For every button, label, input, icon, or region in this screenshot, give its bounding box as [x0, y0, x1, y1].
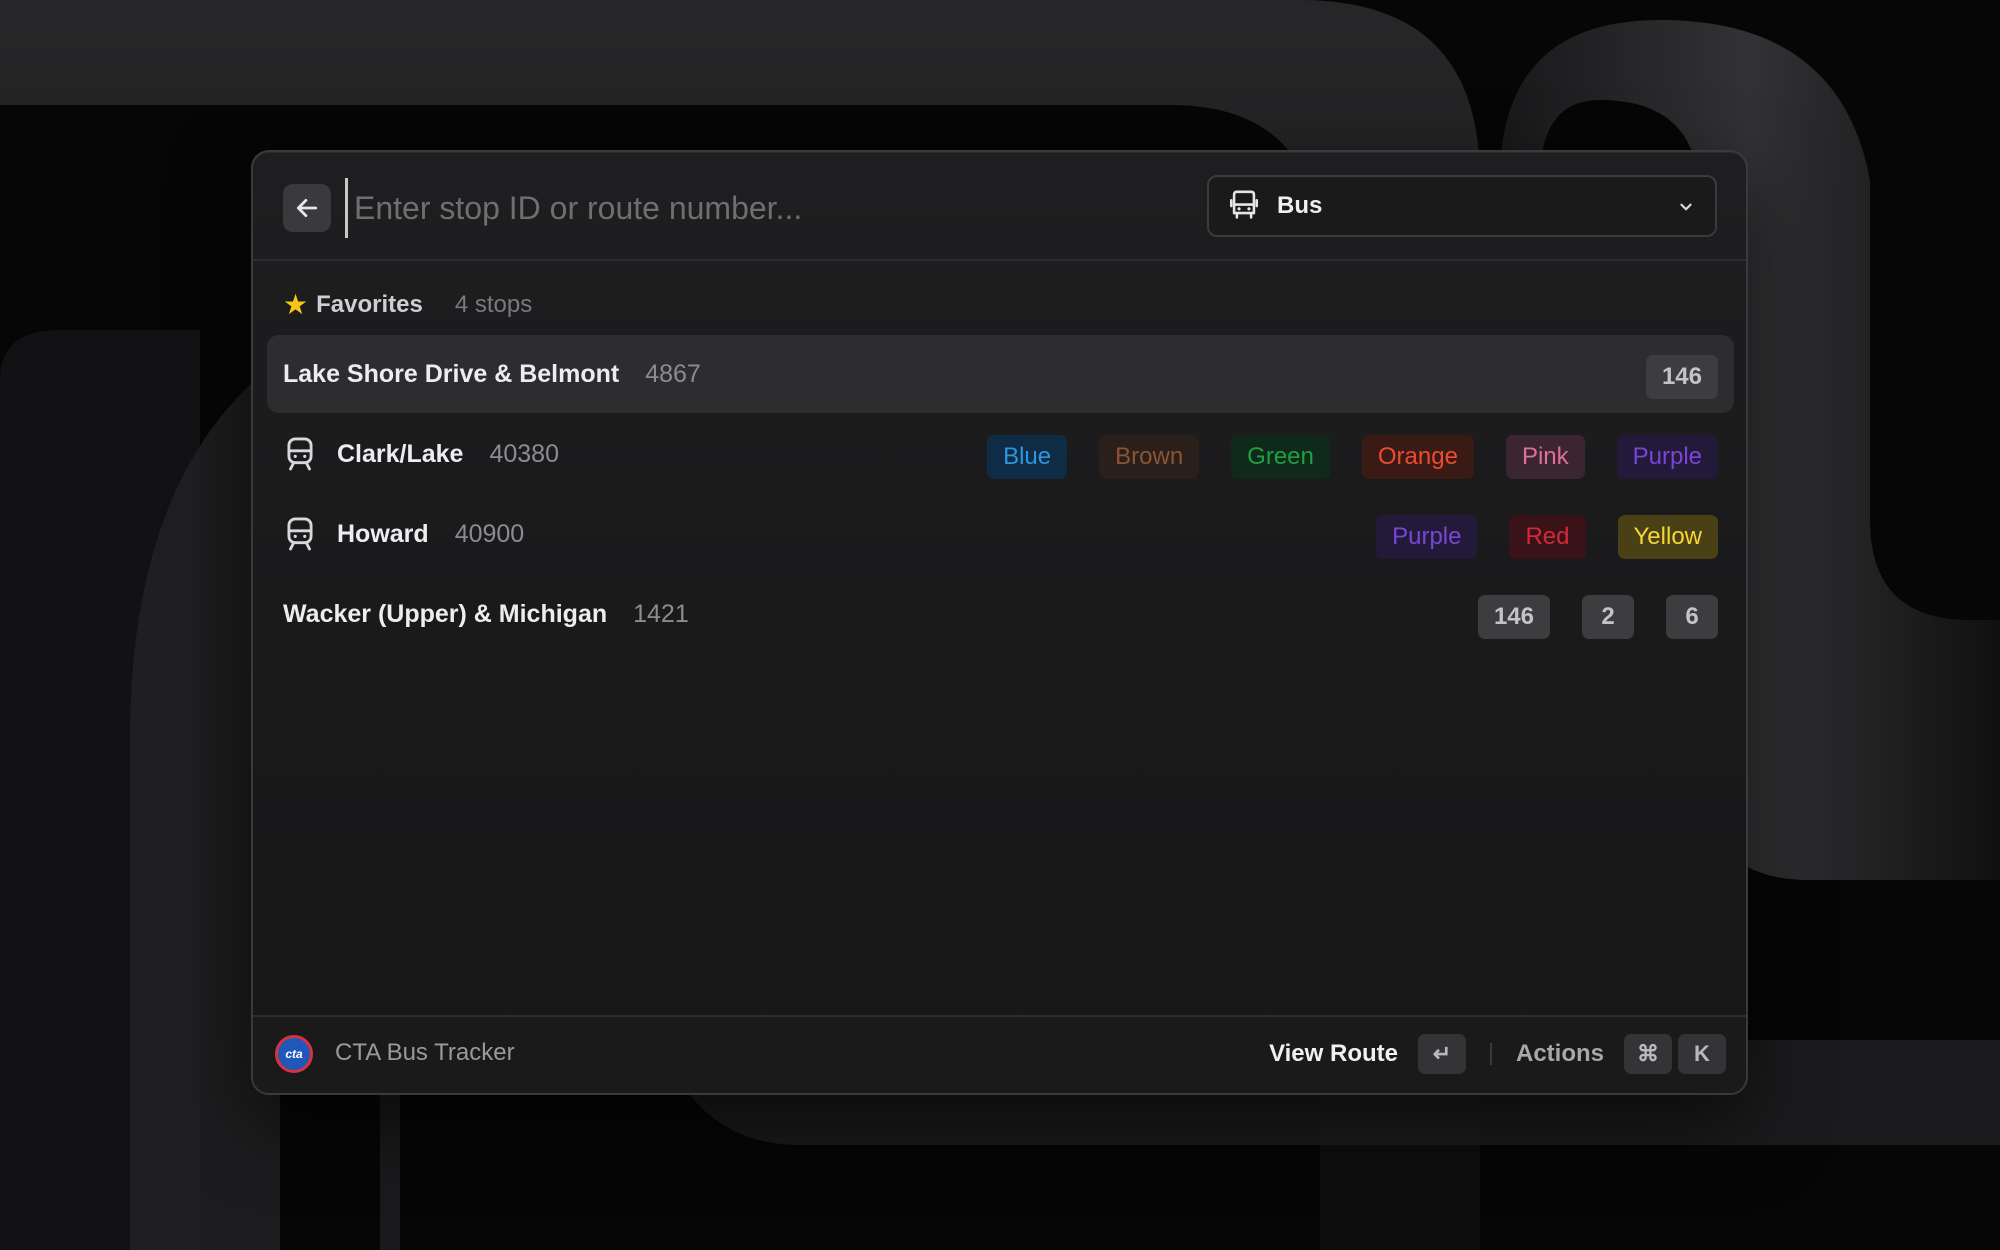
route-tag-yellow: Yellow [1617, 515, 1718, 559]
transit-mode-dropdown[interactable]: Bus [1207, 175, 1717, 237]
section-count: 4 stops [454, 291, 533, 318]
k-key-hint: K [1678, 1034, 1726, 1074]
route-tag-pink: Pink [1505, 435, 1585, 479]
enter-key-hint: ↵ [1417, 1034, 1466, 1074]
route-tag-blue: Blue [987, 435, 1068, 479]
footer-actions: View Route ↵ Actions ⌘ K [1269, 1032, 1726, 1076]
search-input[interactable] [345, 178, 1154, 238]
favorites-section-header: ★ Favorites 4 stops [283, 287, 532, 323]
route-tag-green: Green [1231, 435, 1330, 479]
bus-icon [1229, 190, 1259, 219]
stop-id: 40900 [454, 519, 525, 548]
route-tag: 146 [1477, 595, 1550, 639]
arrow-left-icon [296, 199, 318, 217]
stop-name: Howard [337, 519, 429, 548]
list-item[interactable]: Howard 40900 Purple Red Yellow [267, 495, 1734, 573]
command-key-hint: ⌘ [1624, 1034, 1672, 1074]
view-route-button[interactable]: View Route [1269, 1040, 1398, 1068]
divider [1489, 1043, 1492, 1065]
cta-logo: cta [275, 1035, 313, 1073]
app-name: CTA Bus Tracker [335, 1039, 515, 1066]
tracker-window: Bus ★ Favorites 4 stops Lake Shore Drive… [251, 150, 1748, 1095]
route-tag: 6 [1666, 595, 1718, 639]
list-item[interactable]: Clark/Lake 40380 Blue Brown Green Orange… [267, 415, 1734, 493]
list-item[interactable]: Wacker (Upper) & Michigan 1421 146 2 6 [267, 575, 1734, 653]
transit-mode-label: Bus [1277, 192, 1323, 219]
route-tag-brown: Brown [1099, 435, 1200, 479]
stop-name: Wacker (Upper) & Michigan [283, 599, 608, 628]
stop-name: Lake Shore Drive & Belmont [283, 359, 620, 388]
action-bar: cta CTA Bus Tracker View Route ↵ Actions… [253, 1015, 1746, 1093]
route-tag: 2 [1582, 595, 1634, 639]
route-tags: Blue Brown Green Orange Pink Purple [987, 435, 1718, 479]
train-icon [287, 437, 313, 471]
stop-id: 40380 [489, 439, 559, 468]
route-tag-purple: Purple [1616, 435, 1718, 479]
route-tag: 146 [1645, 355, 1718, 399]
stop-list: Lake Shore Drive & Belmont 4867 146 Clar… [267, 335, 1734, 655]
section-title: Favorites [316, 291, 423, 318]
stop-id: 4867 [645, 359, 701, 388]
back-button[interactable] [283, 184, 331, 232]
route-tag-purple: Purple [1376, 515, 1478, 559]
route-tags: Purple Red Yellow [1376, 515, 1718, 559]
route-tags: 146 2 6 [1477, 595, 1718, 639]
chevron-down-icon [1680, 203, 1692, 211]
search-bar: Bus [253, 152, 1746, 261]
list-item[interactable]: Lake Shore Drive & Belmont 4867 146 [267, 335, 1734, 413]
route-tag-orange: Orange [1361, 435, 1474, 479]
route-tags: 146 [1645, 355, 1718, 399]
train-icon [287, 517, 313, 551]
stop-name: Clark/Lake [337, 439, 464, 468]
star-icon: ★ [283, 289, 309, 320]
actions-button[interactable]: Actions [1516, 1040, 1604, 1068]
route-tag-red: Red [1509, 515, 1586, 559]
stop-id: 1421 [633, 599, 689, 628]
